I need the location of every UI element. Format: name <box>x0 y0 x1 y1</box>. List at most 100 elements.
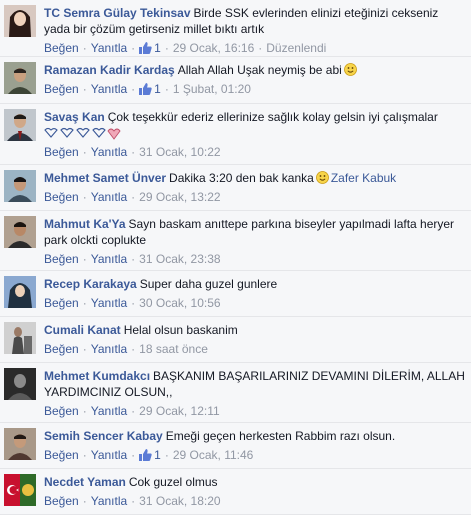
separator: · <box>82 82 87 96</box>
like-count-value: 1 <box>154 41 161 55</box>
timestamp[interactable]: 29 Ocak, 12:11 <box>139 404 220 418</box>
comment-text: Cok guzel olmus <box>128 475 218 489</box>
like-button[interactable]: Beğen <box>44 190 79 204</box>
comment-text: Helal olsun baskanim <box>123 323 238 337</box>
separator: · <box>82 252 87 266</box>
comment-author[interactable]: Necdet Yaman <box>44 475 126 489</box>
like-button[interactable]: Beğen <box>44 448 79 462</box>
reply-button[interactable]: Yanıtla <box>91 41 127 55</box>
avatar[interactable] <box>4 109 36 141</box>
separator: · <box>131 41 136 55</box>
like-button[interactable]: Beğen <box>44 404 79 418</box>
comment: Recep Karakaya Super daha guzel gunlere B… <box>0 271 471 317</box>
reply-button[interactable]: Yanıtla <box>91 252 127 266</box>
separator: · <box>164 448 169 462</box>
separator: · <box>131 448 136 462</box>
like-button[interactable]: Beğen <box>44 252 79 266</box>
avatar[interactable] <box>4 5 36 37</box>
heart-emoticons-icon <box>44 127 121 140</box>
reply-button[interactable]: Yanıtla <box>91 190 127 204</box>
separator: · <box>131 342 136 356</box>
smile-emoji-icon <box>315 171 329 184</box>
comment-text: Allah Allah Uşak neymiş be abi <box>177 63 342 77</box>
comment-author[interactable]: Semih Sencer Kabay <box>44 429 163 443</box>
separator: · <box>82 494 87 508</box>
separator: · <box>164 41 169 55</box>
separator: · <box>82 145 87 159</box>
comment-text: Emeği geçen herkesten Rabbim razı olsun. <box>165 429 396 443</box>
comment-list: TC Semra Gülay Tekinsav Birde SSK evlerin… <box>0 0 471 515</box>
reply-button[interactable]: Yanıtla <box>91 404 127 418</box>
timestamp[interactable]: 31 Ocak, 23:38 <box>139 252 220 266</box>
comment-author[interactable]: Recep Karakaya <box>44 277 137 291</box>
timestamp[interactable]: 29 Ocak, 11:46 <box>173 448 254 462</box>
edited-label[interactable]: Düzenlendi <box>266 41 326 55</box>
like-button[interactable]: Beğen <box>44 145 79 159</box>
timestamp[interactable]: 31 Ocak, 18:20 <box>139 494 220 508</box>
timestamp[interactable]: 29 Ocak, 13:22 <box>139 190 220 204</box>
comment-author[interactable]: Mahmut Ka'Ya <box>44 217 126 231</box>
separator: · <box>131 190 136 204</box>
separator: · <box>164 82 169 96</box>
comment-text: Super daha guzel gunlere <box>139 277 278 291</box>
separator: · <box>258 41 263 55</box>
reply-button[interactable]: Yanıtla <box>91 448 127 462</box>
comment-author[interactable]: Mehmet Kumdakcı <box>44 369 150 383</box>
separator: · <box>82 41 87 55</box>
timestamp[interactable]: 30 Ocak, 10:56 <box>139 296 220 310</box>
separator: · <box>131 494 136 508</box>
comment-author[interactable]: Cumali Kanat <box>44 323 121 337</box>
separator: · <box>82 190 87 204</box>
comment: Cumali Kanat Helal olsun baskanim Beğen · Y… <box>0 317 471 363</box>
comment-author[interactable]: Mehmet Samet Ünver <box>44 171 166 185</box>
comment-author[interactable]: TC Semra Gülay Tekinsav <box>44 6 191 20</box>
comment: TC Semra Gülay Tekinsav Birde SSK evlerin… <box>0 0 471 57</box>
reply-button[interactable]: Yanıtla <box>91 82 127 96</box>
comment-text: Çok teşekkür ederiz ellerinize sağlık ko… <box>107 110 438 124</box>
like-count-value: 1 <box>154 448 161 462</box>
timestamp[interactable]: 31 Ocak, 10:22 <box>139 145 220 159</box>
like-button[interactable]: Beğen <box>44 494 79 508</box>
thumbs-up-icon <box>139 42 152 54</box>
timestamp[interactable]: 1 Şubat, 01:20 <box>173 82 251 96</box>
separator: · <box>82 342 87 356</box>
timestamp[interactable]: 18 saat önce <box>139 342 208 356</box>
comment-author[interactable]: Ramazan Kadir Kardaş <box>44 63 175 77</box>
avatar[interactable] <box>4 428 36 460</box>
avatar[interactable] <box>4 216 36 248</box>
like-count[interactable]: 1 <box>139 82 161 96</box>
comment: Semih Sencer Kabay Emeği geçen herkesten … <box>0 423 471 469</box>
like-count-value: 1 <box>154 82 161 96</box>
separator: · <box>131 296 136 310</box>
comment: Necdet Yaman Cok guzel olmus Beğen · Yanıtl… <box>0 469 471 515</box>
avatar[interactable] <box>4 368 36 400</box>
reply-button[interactable]: Yanıtla <box>91 342 127 356</box>
separator: · <box>82 404 87 418</box>
like-button[interactable]: Beğen <box>44 41 79 55</box>
avatar[interactable] <box>4 322 36 354</box>
mention-link[interactable]: Zafer Kabuk <box>331 171 396 185</box>
avatar[interactable] <box>4 170 36 202</box>
separator: · <box>131 252 136 266</box>
avatar[interactable] <box>4 276 36 308</box>
separator: · <box>131 82 136 96</box>
comment: Mahmut Ka'Ya Sayn baskam anıttepe parkına… <box>0 211 471 271</box>
thumbs-up-icon <box>139 449 152 461</box>
comment-author[interactable]: Savaş Kan <box>44 110 105 124</box>
like-count[interactable]: 1 <box>139 448 161 462</box>
like-count[interactable]: 1 <box>139 41 161 55</box>
separator: · <box>82 448 87 462</box>
like-button[interactable]: Beğen <box>44 82 79 96</box>
thumbs-up-icon <box>139 83 152 95</box>
like-button[interactable]: Beğen <box>44 296 79 310</box>
comment: Mehmet Samet Ünver Dakika 3:20 den bak ka… <box>0 165 471 211</box>
avatar[interactable] <box>4 474 36 506</box>
like-button[interactable]: Beğen <box>44 342 79 356</box>
separator: · <box>131 404 136 418</box>
reply-button[interactable]: Yanıtla <box>91 494 127 508</box>
reply-button[interactable]: Yanıtla <box>91 296 127 310</box>
avatar[interactable] <box>4 62 36 94</box>
comment-text: Dakika 3:20 den bak kanka <box>169 171 314 185</box>
reply-button[interactable]: Yanıtla <box>91 145 127 159</box>
timestamp[interactable]: 29 Ocak, 16:16 <box>173 41 254 55</box>
